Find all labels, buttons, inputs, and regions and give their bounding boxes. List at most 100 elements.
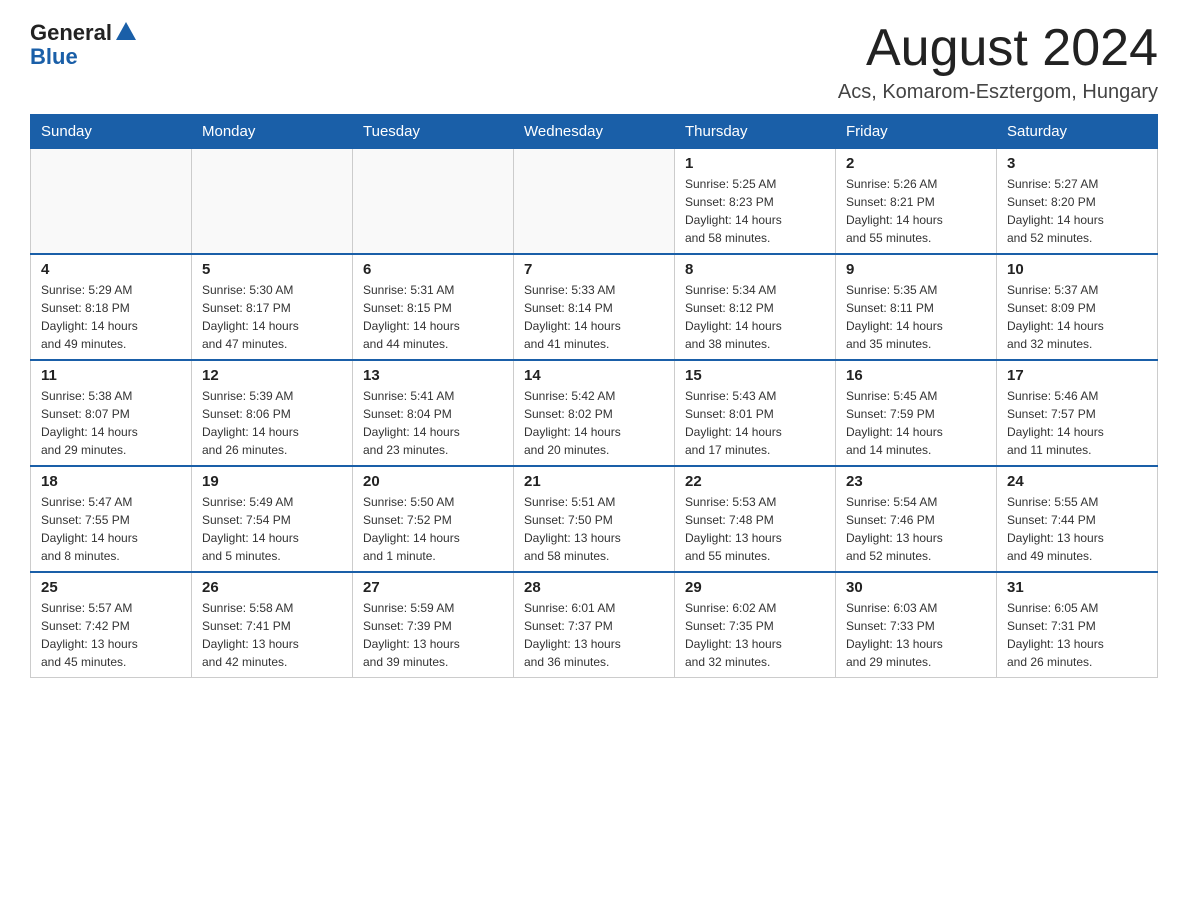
title-block: August 2024 Acs, Komarom-Esztergom, Hung…	[838, 20, 1158, 104]
logo-general-text: General	[30, 20, 136, 46]
col-header-tuesday: Tuesday	[353, 115, 514, 149]
day-info: Sunrise: 5:29 AMSunset: 8:18 PMDaylight:…	[41, 281, 181, 353]
day-info: Sunrise: 5:27 AMSunset: 8:20 PMDaylight:…	[1007, 175, 1147, 247]
day-info: Sunrise: 5:55 AMSunset: 7:44 PMDaylight:…	[1007, 493, 1147, 565]
calendar-cell: 2Sunrise: 5:26 AMSunset: 8:21 PMDaylight…	[836, 149, 997, 255]
calendar-cell: 30 Sunrise: 6:03 AMSunset: 7:33 PMDayligh…	[836, 572, 997, 678]
day-info: Sunrise: 5:54 AMSunset: 7:46 PMDaylight:…	[846, 493, 986, 565]
day-info: Sunrise: 5:51 AMSunset: 7:50 PMDaylight:…	[524, 493, 664, 565]
calendar-cell: 5Sunrise: 5:30 AMSunset: 8:17 PMDaylight…	[192, 254, 353, 360]
day-number: 26	[202, 579, 342, 596]
calendar-cell: 27 Sunrise: 5:59 AMSunset: 7:39 PMDayligh…	[353, 572, 514, 678]
day-number: 25	[41, 579, 181, 596]
day-info: Sunrise: 5:58 AMSunset: 7:41 PMDaylight:…	[202, 599, 342, 671]
calendar-header-row: SundayMondayTuesdayWednesdayThursdayFrid…	[31, 115, 1158, 149]
day-number: 11	[41, 367, 181, 384]
calendar-cell: 4 Sunrise: 5:29 AMSunset: 8:18 PMDaylight…	[31, 254, 192, 360]
day-number: 16	[846, 367, 986, 384]
day-number: 15	[685, 367, 825, 384]
day-number: 30	[846, 579, 986, 596]
col-header-wednesday: Wednesday	[514, 115, 675, 149]
day-info: Sunrise: 5:45 AMSunset: 7:59 PMDaylight:…	[846, 387, 986, 459]
day-info: Sunrise: 5:53 AMSunset: 7:48 PMDaylight:…	[685, 493, 825, 565]
day-number: 1	[685, 155, 825, 172]
day-number: 9	[846, 261, 986, 278]
calendar-cell: 3 Sunrise: 5:27 AMSunset: 8:20 PMDaylight…	[997, 149, 1158, 255]
col-header-sunday: Sunday	[31, 115, 192, 149]
day-info: Sunrise: 5:35 AMSunset: 8:11 PMDaylight:…	[846, 281, 986, 353]
day-info: Sunrise: 5:47 AMSunset: 7:55 PMDaylight:…	[41, 493, 181, 565]
day-info: Sunrise: 5:49 AMSunset: 7:54 PMDaylight:…	[202, 493, 342, 565]
calendar-subtitle: Acs, Komarom-Esztergom, Hungary	[838, 81, 1158, 104]
calendar-week-row: 25Sunrise: 5:57 AMSunset: 7:42 PMDayligh…	[31, 572, 1158, 678]
calendar-cell: 18 Sunrise: 5:47 AMSunset: 7:55 PMDayligh…	[31, 466, 192, 572]
calendar-cell: 16 Sunrise: 5:45 AMSunset: 7:59 PMDayligh…	[836, 360, 997, 466]
calendar-cell: 9 Sunrise: 5:35 AMSunset: 8:11 PMDaylight…	[836, 254, 997, 360]
day-number: 19	[202, 473, 342, 490]
calendar-cell: 24Sunrise: 5:55 AMSunset: 7:44 PMDayligh…	[997, 466, 1158, 572]
day-info: Sunrise: 5:37 AMSunset: 8:09 PMDaylight:…	[1007, 281, 1147, 353]
day-number: 4	[41, 261, 181, 278]
calendar-cell: 31Sunrise: 6:05 AMSunset: 7:31 PMDayligh…	[997, 572, 1158, 678]
calendar-cell: 23Sunrise: 5:54 AMSunset: 7:46 PMDayligh…	[836, 466, 997, 572]
day-info: Sunrise: 5:33 AMSunset: 8:14 PMDaylight:…	[524, 281, 664, 353]
col-header-thursday: Thursday	[675, 115, 836, 149]
day-info: Sunrise: 6:02 AMSunset: 7:35 PMDaylight:…	[685, 599, 825, 671]
logo-blue-text: Blue	[30, 44, 78, 70]
day-info: Sunrise: 5:43 AMSunset: 8:01 PMDaylight:…	[685, 387, 825, 459]
calendar-cell: 25Sunrise: 5:57 AMSunset: 7:42 PMDayligh…	[31, 572, 192, 678]
calendar-cell	[514, 149, 675, 255]
day-info: Sunrise: 6:05 AMSunset: 7:31 PMDaylight:…	[1007, 599, 1147, 671]
day-number: 6	[363, 261, 503, 278]
calendar-title: August 2024	[838, 20, 1158, 77]
calendar-cell: 26 Sunrise: 5:58 AMSunset: 7:41 PMDayligh…	[192, 572, 353, 678]
day-number: 17	[1007, 367, 1147, 384]
day-number: 13	[363, 367, 503, 384]
calendar-cell: 29Sunrise: 6:02 AMSunset: 7:35 PMDayligh…	[675, 572, 836, 678]
calendar-cell: 17 Sunrise: 5:46 AMSunset: 7:57 PMDayligh…	[997, 360, 1158, 466]
calendar-cell	[353, 149, 514, 255]
calendar-cell	[31, 149, 192, 255]
day-info: Sunrise: 5:30 AMSunset: 8:17 PMDaylight:…	[202, 281, 342, 353]
day-info: Sunrise: 5:42 AMSunset: 8:02 PMDaylight:…	[524, 387, 664, 459]
calendar-week-row: 11 Sunrise: 5:38 AMSunset: 8:07 PMDayligh…	[31, 360, 1158, 466]
calendar-week-row: 1Sunrise: 5:25 AMSunset: 8:23 PMDaylight…	[31, 149, 1158, 255]
calendar-week-row: 18 Sunrise: 5:47 AMSunset: 7:55 PMDayligh…	[31, 466, 1158, 572]
logo-triangle-icon	[116, 22, 136, 40]
day-number: 21	[524, 473, 664, 490]
day-number: 28	[524, 579, 664, 596]
calendar-cell: 12 Sunrise: 5:39 AMSunset: 8:06 PMDayligh…	[192, 360, 353, 466]
day-info: Sunrise: 5:46 AMSunset: 7:57 PMDaylight:…	[1007, 387, 1147, 459]
calendar-cell: 10 Sunrise: 5:37 AMSunset: 8:09 PMDayligh…	[997, 254, 1158, 360]
day-info: Sunrise: 5:59 AMSunset: 7:39 PMDaylight:…	[363, 599, 503, 671]
logo: General Blue	[30, 20, 136, 70]
day-number: 20	[363, 473, 503, 490]
day-info: Sunrise: 6:03 AMSunset: 7:33 PMDaylight:…	[846, 599, 986, 671]
calendar-cell: 19 Sunrise: 5:49 AMSunset: 7:54 PMDayligh…	[192, 466, 353, 572]
calendar-cell: 13 Sunrise: 5:41 AMSunset: 8:04 PMDayligh…	[353, 360, 514, 466]
col-header-saturday: Saturday	[997, 115, 1158, 149]
calendar-cell: 1Sunrise: 5:25 AMSunset: 8:23 PMDaylight…	[675, 149, 836, 255]
calendar-cell: 8Sunrise: 5:34 AMSunset: 8:12 PMDaylight…	[675, 254, 836, 360]
day-info: Sunrise: 5:41 AMSunset: 8:04 PMDaylight:…	[363, 387, 503, 459]
day-number: 8	[685, 261, 825, 278]
calendar-cell: 22Sunrise: 5:53 AMSunset: 7:48 PMDayligh…	[675, 466, 836, 572]
col-header-friday: Friday	[836, 115, 997, 149]
day-number: 14	[524, 367, 664, 384]
day-number: 12	[202, 367, 342, 384]
day-info: Sunrise: 5:31 AMSunset: 8:15 PMDaylight:…	[363, 281, 503, 353]
day-info: Sunrise: 5:50 AMSunset: 7:52 PMDaylight:…	[363, 493, 503, 565]
day-number: 10	[1007, 261, 1147, 278]
calendar-cell: 20 Sunrise: 5:50 AMSunset: 7:52 PMDayligh…	[353, 466, 514, 572]
day-info: Sunrise: 5:26 AMSunset: 8:21 PMDaylight:…	[846, 175, 986, 247]
day-number: 18	[41, 473, 181, 490]
calendar-cell: 28Sunrise: 6:01 AMSunset: 7:37 PMDayligh…	[514, 572, 675, 678]
day-number: 27	[363, 579, 503, 596]
day-info: Sunrise: 5:38 AMSunset: 8:07 PMDaylight:…	[41, 387, 181, 459]
calendar-cell: 15 Sunrise: 5:43 AMSunset: 8:01 PMDayligh…	[675, 360, 836, 466]
calendar-cell: 6 Sunrise: 5:31 AMSunset: 8:15 PMDaylight…	[353, 254, 514, 360]
day-info: Sunrise: 5:39 AMSunset: 8:06 PMDaylight:…	[202, 387, 342, 459]
day-number: 3	[1007, 155, 1147, 172]
calendar-cell: 21 Sunrise: 5:51 AMSunset: 7:50 PMDayligh…	[514, 466, 675, 572]
calendar-cell: 11 Sunrise: 5:38 AMSunset: 8:07 PMDayligh…	[31, 360, 192, 466]
